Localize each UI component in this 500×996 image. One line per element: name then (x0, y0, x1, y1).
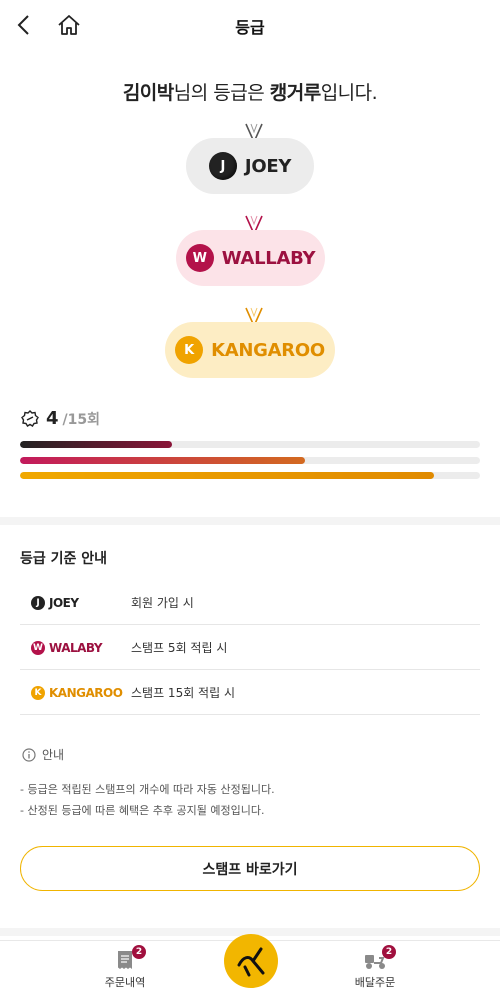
user-name: 김이박 (122, 82, 174, 104)
stamp-count-value: 4 (46, 408, 59, 429)
criteria-grade: KANGAROO (49, 685, 123, 700)
go-to-stamp-button[interactable]: 스탬프 바로가기 (20, 846, 480, 891)
top-bar: 등급 (0, 0, 500, 50)
kangaroo-progress-fill (20, 472, 434, 479)
kangaroo-badge-icon: K (175, 336, 204, 364)
kangaroo-progress-bar (20, 472, 480, 479)
grade-kangaroo-pill: K KANGAROO (165, 322, 335, 378)
wallaby-small-icon: W (31, 640, 45, 655)
joey-progress-bar (20, 441, 480, 448)
notice-line: - 등급은 적립된 스탬프의 개수에 따라 자동 산정됩니다. (20, 783, 275, 796)
grade-joey-pill: J JOEY (186, 138, 314, 194)
stamp-icon (21, 409, 39, 427)
criteria-row-wallaby: W WALABY 스탬프 5회 적립 시 (20, 626, 480, 670)
kangaroo-label: KANGAROO (211, 339, 325, 361)
criteria-grade: WALABY (49, 640, 103, 655)
criteria-row-joey: J JOEY 회원 가입 시 (20, 581, 480, 625)
criteria-desc: 스탬프 15회 적립 시 (131, 686, 235, 700)
current-grade: 캥거루 (269, 82, 321, 104)
delivery-order-badge: 2 (382, 945, 396, 959)
nav-label: 주문내역 (104, 976, 146, 989)
notice-title: 안내 (42, 748, 65, 762)
nav-label: 배달주문 (354, 976, 396, 989)
wallaby-progress-bar (20, 457, 480, 464)
criteria-title: 등급 기준 안내 (20, 551, 108, 567)
stamp-count-total: /15회 (62, 411, 101, 428)
nav-order-history[interactable]: 2 주문내역 (90, 945, 160, 990)
nav-delivery-order[interactable]: 2 배달주문 (340, 945, 410, 990)
criteria-row-kangaroo: K KANGAROO 스탬프 15회 적립 시 (20, 671, 480, 715)
section-divider (0, 517, 500, 525)
stamp-count: 4 /15회 (20, 408, 100, 429)
grade-wallaby-pill: W WALLABY (176, 230, 325, 286)
info-icon (22, 747, 36, 762)
kangaroo-small-icon: K (31, 685, 45, 700)
wallaby-badge-icon: W (185, 244, 214, 272)
kangaroo-logo-icon (237, 947, 265, 977)
criteria-grade: JOEY (49, 595, 79, 610)
wallaby-progress-fill (20, 457, 306, 464)
joey-label: JOEY (244, 155, 292, 177)
joey-badge-icon: J (208, 152, 237, 180)
criteria-desc: 회원 가입 시 (131, 596, 194, 610)
order-history-badge: 2 (132, 945, 146, 959)
page-title: 등급 (235, 18, 265, 37)
criteria-desc: 스탬프 5회 적립 시 (131, 641, 228, 655)
joey-progress-fill (20, 441, 172, 448)
grade-headline: 김이박님의 등급은 캥거루입니다. (0, 78, 500, 105)
headline-suffix: 입니다. (320, 82, 378, 104)
joey-small-icon: J (31, 595, 45, 610)
wallaby-label: WALLABY (221, 247, 316, 269)
notice-line: - 산정된 등급에 따른 혜택은 추후 공지될 예정입니다. (20, 804, 265, 817)
headline-middle: 님의 등급은 (173, 82, 270, 104)
notice-header: 안내 (22, 746, 64, 763)
center-logo-button[interactable] (224, 934, 278, 988)
